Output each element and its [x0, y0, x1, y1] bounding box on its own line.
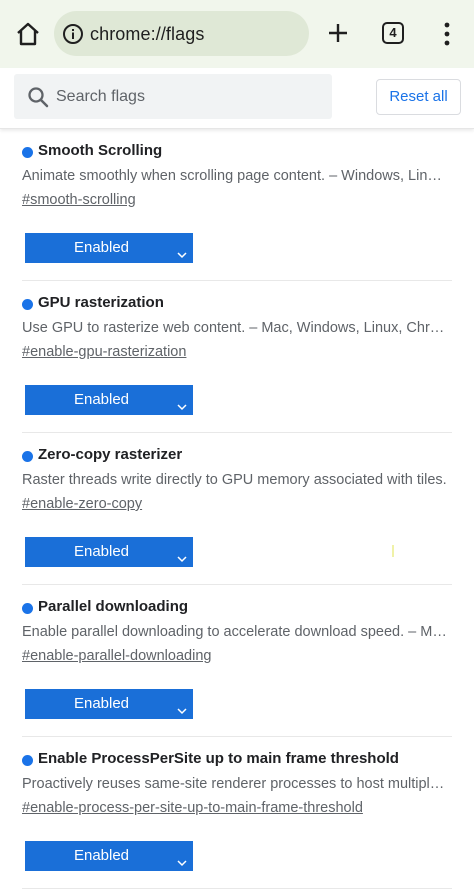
- flag-state-select[interactable]: Enabled: [25, 841, 193, 871]
- chevron-down-icon: [176, 394, 188, 411]
- flag-description: Enable parallel downloading to accelerat…: [22, 624, 447, 640]
- info-icon[interactable]: [62, 23, 84, 45]
- flag-item: GPU rasterization Use GPU to rasterize w…: [22, 281, 452, 433]
- plus-icon[interactable]: [326, 21, 350, 45]
- flag-state-value: Enabled: [73, 391, 130, 408]
- chevron-down-icon: [176, 698, 188, 715]
- search-box[interactable]: [14, 74, 332, 119]
- flag-name: Enable ProcessPerSite up to main frame t…: [38, 750, 399, 767]
- screen-artifact: [392, 545, 394, 557]
- address-bar[interactable]: chrome://flags: [54, 11, 309, 56]
- flag-state-value: Enabled: [73, 543, 130, 560]
- enabled-dot-icon: [22, 299, 33, 310]
- flag-state-select[interactable]: Enabled: [25, 233, 193, 263]
- search-input[interactable]: [56, 74, 321, 119]
- flag-description: Proactively reuses same-site renderer pr…: [22, 776, 447, 792]
- chevron-down-icon: [176, 850, 188, 867]
- flag-permalink[interactable]: #enable-parallel-downloading: [22, 648, 211, 664]
- flag-description: Animate smoothly when scrolling page con…: [22, 168, 447, 184]
- flag-item: Zero-copy rasterizer Raster threads writ…: [22, 433, 452, 585]
- flag-name: GPU rasterization: [38, 294, 164, 311]
- browser-toolbar: chrome://flags 4: [0, 0, 474, 68]
- flag-item: Smooth Scrolling Animate smoothly when s…: [22, 129, 452, 281]
- flag-name: Smooth Scrolling: [38, 142, 163, 159]
- flag-state-value: Enabled: [73, 847, 130, 864]
- more-vert-icon[interactable]: [440, 21, 454, 47]
- flags-search-header: Reset all: [0, 68, 474, 129]
- chevron-down-icon: [176, 546, 188, 563]
- flag-description: Use GPU to rasterize web content. – Mac,…: [22, 320, 447, 336]
- flag-state-select[interactable]: Enabled: [25, 385, 193, 415]
- flag-item: Enable ProcessPerSite up to main frame t…: [22, 737, 452, 889]
- enabled-dot-icon: [22, 147, 33, 158]
- flag-permalink[interactable]: #enable-zero-copy: [22, 496, 142, 512]
- flag-name: Parallel downloading: [38, 598, 189, 615]
- enabled-dot-icon: [22, 603, 33, 614]
- search-icon: [26, 85, 50, 109]
- flag-permalink[interactable]: #smooth-scrolling: [22, 192, 136, 208]
- enabled-dot-icon: [22, 755, 33, 766]
- flag-state-value: Enabled: [73, 695, 130, 712]
- flag-permalink[interactable]: #enable-process-per-site-up-to-main-fram…: [22, 800, 363, 816]
- reset-all-button[interactable]: Reset all: [376, 79, 461, 115]
- flag-name: Zero-copy rasterizer: [38, 446, 183, 463]
- enabled-dot-icon: [22, 451, 33, 462]
- flag-permalink[interactable]: #enable-gpu-rasterization: [22, 344, 186, 360]
- flag-state-value: Enabled: [73, 239, 130, 256]
- address-url: chrome://flags: [90, 24, 205, 44]
- flag-state-select[interactable]: Enabled: [25, 537, 193, 567]
- chevron-down-icon: [176, 242, 188, 259]
- flag-description: Raster threads write directly to GPU mem…: [22, 472, 447, 488]
- flag-item: Parallel downloading Enable parallel dow…: [22, 585, 452, 737]
- home-icon[interactable]: [14, 20, 42, 48]
- flag-state-select[interactable]: Enabled: [25, 689, 193, 719]
- tabs-icon[interactable]: 4: [382, 22, 404, 44]
